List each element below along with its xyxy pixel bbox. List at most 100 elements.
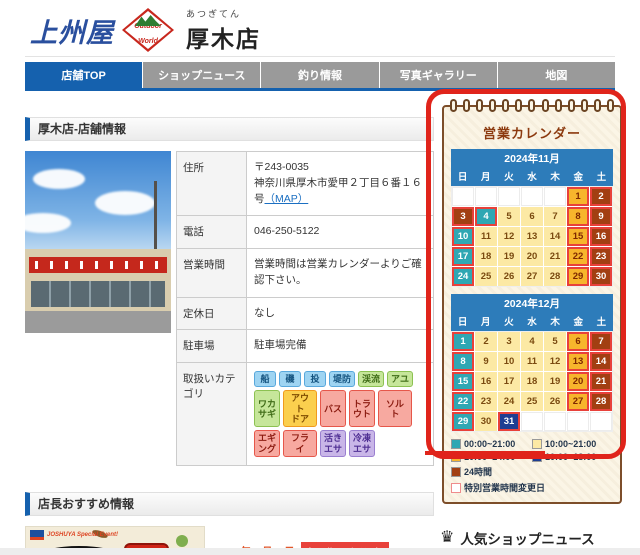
nav-tab[interactable]: 釣り情報: [261, 62, 378, 88]
info-table-row: 住所〒243-0035神奈川県厚木市愛甲２丁目６番１６号（MAP）: [177, 152, 433, 216]
day-of-week-header: 月: [474, 168, 497, 186]
info-row-label: 営業時間: [177, 249, 247, 297]
popular-news-title: 人気ショップニュース: [460, 528, 594, 548]
day-of-week-header: 水: [520, 168, 543, 186]
legend-item: 10:00~21:00: [532, 439, 613, 449]
badge-text-bottom: World: [138, 38, 158, 45]
calendar-day-headers: 日月火水木金土: [451, 168, 613, 186]
category-tag: アウト ドア: [283, 390, 317, 427]
nav-tab[interactable]: 写真ギャラリー: [380, 62, 497, 88]
calendar-day-cell: 11: [521, 352, 543, 371]
info-row-label: 取扱いカテゴリ: [177, 363, 247, 465]
mountain-icon: [135, 15, 161, 26]
calendar-title: 営業カレンダー: [451, 123, 613, 142]
calendar-day-cell: 25: [475, 267, 497, 286]
info-row-value: 駐車場完備: [247, 330, 433, 362]
day-of-week-header: 水: [520, 313, 543, 331]
info-table-row: 営業時間営業時間は営業カレンダーよりご確認下さい。: [177, 249, 433, 298]
calendar-day-cell: 6: [567, 332, 589, 351]
info-row-label: 住所: [177, 152, 247, 215]
spiral-ring: [542, 99, 549, 112]
calendar-day-cell: 12: [498, 227, 520, 246]
calendar-day-cell: 9: [475, 352, 497, 371]
day-of-week-header: 火: [497, 168, 520, 186]
spiral-ring: [476, 99, 483, 112]
spiral-ring: [607, 99, 614, 112]
day-of-week-header: 土: [590, 168, 613, 186]
calendar-day-cell: 24: [498, 392, 520, 411]
category-tag: ソルト: [378, 390, 412, 427]
calendar-day-cell: 27: [567, 392, 589, 411]
calendar-day-cell: [452, 187, 474, 206]
calendar-day-cell: 7: [590, 332, 612, 351]
info-row-value: 〒243-0035神奈川県厚木市愛甲２丁目６番１６号（MAP）: [247, 152, 433, 215]
legend-item: 24時間: [451, 465, 613, 478]
calendar-day-cell: [567, 412, 589, 431]
day-of-week-header: 木: [544, 168, 567, 186]
calendar-day-cell: [521, 412, 543, 431]
store-name-block: あつぎてん 厚木店: [186, 7, 261, 54]
category-tag: トラ ウト: [349, 390, 375, 427]
calendar-day-cell: 1: [452, 332, 474, 351]
calendar-legend: 00:00~21:0010:00~21:0010:00~24:0010:00~1…: [451, 439, 613, 494]
calendar-day-headers: 日月火水木金土: [451, 313, 613, 331]
category-tag: 冷凍 エサ: [349, 430, 375, 457]
spiral-ring: [463, 99, 470, 112]
calendar-day-cell: 17: [498, 372, 520, 391]
spiral-ring: [489, 99, 496, 112]
lure-shape: [176, 535, 188, 547]
category-tag: 渓流: [358, 371, 384, 387]
calendar-day-cell: 12: [544, 352, 566, 371]
calendar-months: 2024年11月日月火水木金土1234567891011121314151617…: [451, 149, 613, 432]
calendar-day-cell: 23: [475, 392, 497, 411]
spiral-ring: [581, 99, 588, 112]
map-link[interactable]: （MAP）: [265, 193, 309, 205]
info-row-value: 船磯投堤防渓流アユワカ サギアウト ドアバストラ ウトソルトエギ ングフライ活き…: [247, 363, 433, 465]
category-tag: 堤防: [329, 371, 355, 387]
spiral-ring: [528, 99, 535, 112]
calendar-day-cell: 31: [498, 412, 520, 431]
spiral-ring: [568, 99, 575, 112]
nav-tab[interactable]: 店舗TOP: [25, 62, 142, 88]
legend-swatch: [451, 467, 461, 477]
spiral-ring: [502, 99, 509, 112]
joshuya-logo-icon: [30, 530, 44, 540]
road-shape: [25, 311, 171, 333]
calendar-day-cell: 16: [590, 227, 612, 246]
info-table-row: 取扱いカテゴリ船磯投堤防渓流アユワカ サギアウト ドアバストラ ウトソルトエギ …: [177, 363, 433, 466]
calendar-day-cell: 14: [544, 227, 566, 246]
store-info-section-title: 厚木店-店舗情報: [25, 117, 434, 141]
main-content: 厚木店-店舗情報 住所〒243-0035神奈川県厚木市愛甲２丁目６番１６号（MA…: [0, 91, 640, 555]
legend-label: 10:00~18:00: [545, 452, 596, 462]
calendar-day-cell: 10: [498, 352, 520, 371]
storefront-photo: [25, 151, 171, 333]
red-underline-annotation: [425, 451, 545, 455]
nav-tab[interactable]: ショップニュース: [143, 62, 260, 88]
category-tag: 磯: [279, 371, 301, 387]
day-of-week-header: 月: [474, 313, 497, 331]
calendar-day-cell: 29: [567, 267, 589, 286]
legend-swatch: [451, 439, 461, 449]
calendar-day-cell: 30: [590, 267, 612, 286]
calendar-month: 2024年11月日月火水木金土1234567891011121314151617…: [451, 149, 613, 287]
calendar-day-cell: 3: [452, 207, 474, 226]
right-column: 営業カレンダー 2024年11月日月火水木金土12345678910111213…: [440, 91, 636, 555]
day-of-week-header: 金: [567, 168, 590, 186]
calendar-day-cell: 28: [590, 392, 612, 411]
cloud-shape: [25, 213, 71, 233]
calendar-day-cell: 4: [521, 332, 543, 351]
category-tag: 活き エサ: [320, 430, 346, 457]
day-of-week-header: 火: [497, 313, 520, 331]
calendar-month-title: 2024年12月: [451, 294, 613, 313]
category-tag: アユ: [387, 371, 413, 387]
calendar-grid: 1234567891011121314151617181920212223242…: [451, 186, 613, 287]
calendar-day-cell: 23: [590, 247, 612, 266]
legend-item: 特別営業時間変更日: [451, 481, 613, 494]
shop-logo[interactable]: 上州屋: [30, 11, 114, 50]
info-value-line: 046-250-5122: [254, 225, 319, 237]
nav-tab[interactable]: 地図: [498, 62, 615, 88]
calendar-month: 2024年12月日月火水木金土1234567891011121314151617…: [451, 294, 613, 432]
info-table-row: 定休日なし: [177, 298, 433, 331]
cloud-shape: [95, 191, 155, 215]
category-tag: 投: [304, 371, 326, 387]
